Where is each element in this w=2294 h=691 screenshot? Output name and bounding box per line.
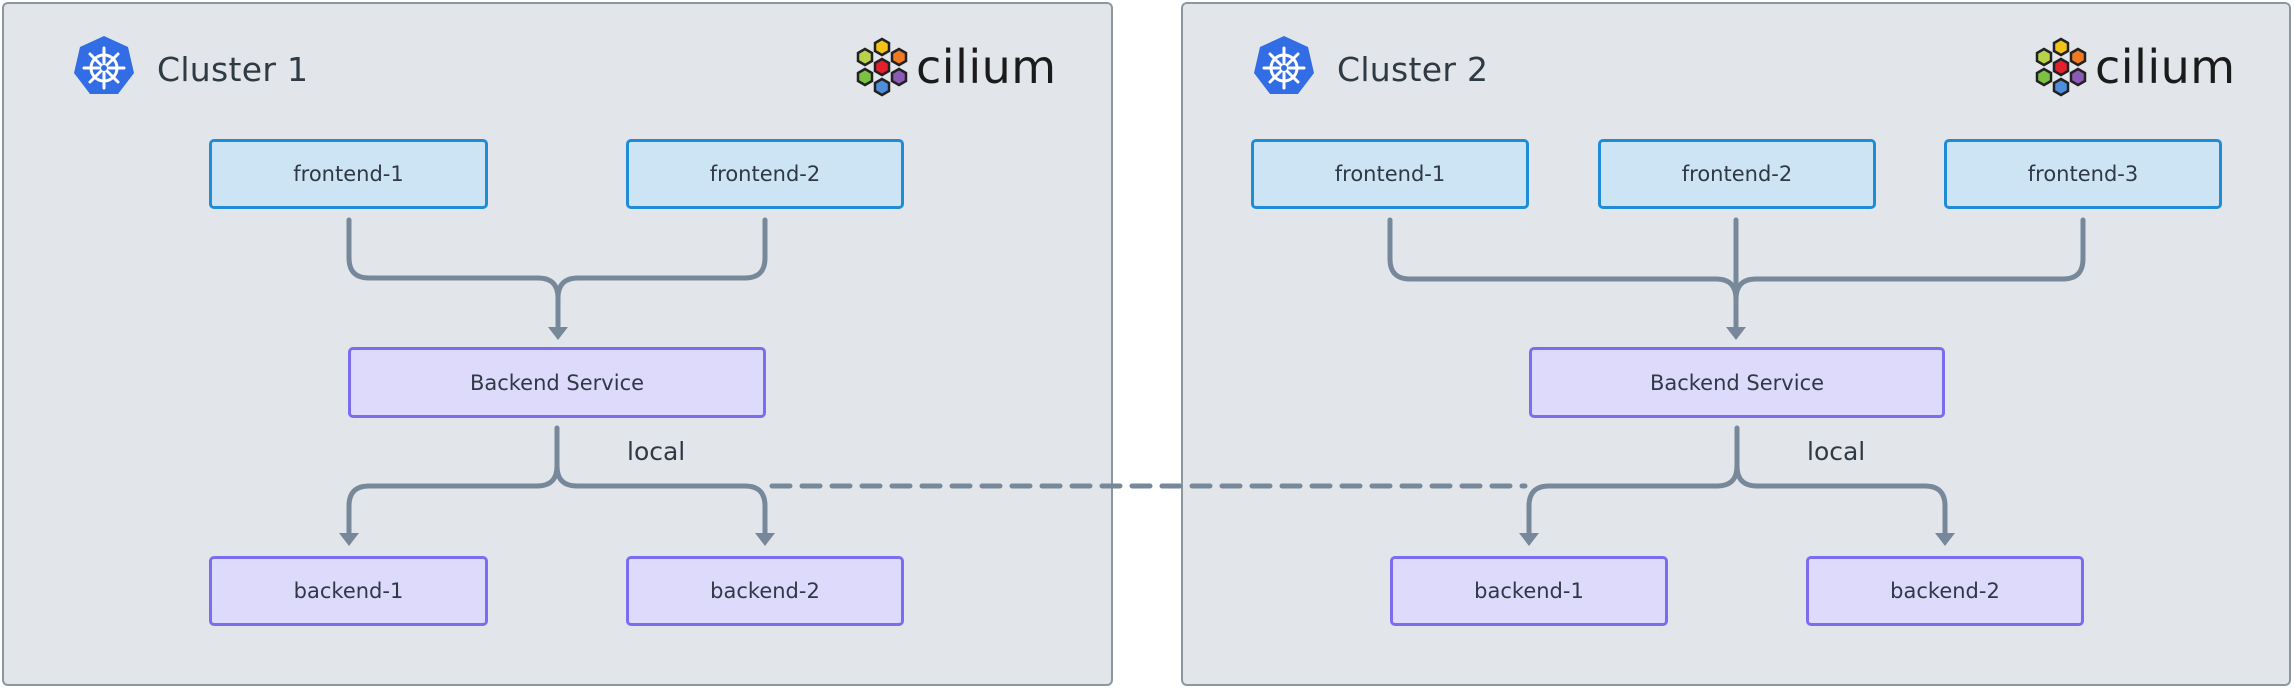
cilium-hexagon-icon bbox=[2035, 37, 2087, 97]
cluster-2-panel bbox=[1181, 2, 2291, 686]
cilium-logo: cilium bbox=[2031, 36, 2236, 98]
cilium-logo: cilium bbox=[852, 36, 1057, 98]
c1-backend-service[interactable]: Backend Service bbox=[348, 347, 766, 418]
cluster-1-title: Cluster 1 bbox=[157, 50, 309, 89]
kubernetes-icon bbox=[74, 36, 134, 94]
c2-local-label: local bbox=[1807, 437, 1866, 466]
c2-frontend-1[interactable]: frontend-1 bbox=[1251, 139, 1529, 209]
cluster-1-panel bbox=[2, 2, 1113, 686]
cilium-wordmark: cilium bbox=[2095, 40, 2236, 94]
c1-local-label: local bbox=[627, 437, 686, 466]
c1-frontend-2[interactable]: frontend-2 bbox=[626, 139, 904, 209]
c2-frontend-3[interactable]: frontend-3 bbox=[1944, 139, 2222, 209]
cilium-wordmark: cilium bbox=[916, 40, 1057, 94]
cluster-2-title: Cluster 2 bbox=[1337, 50, 1489, 89]
cilium-hexagon-icon bbox=[856, 37, 908, 97]
c2-frontend-2[interactable]: frontend-2 bbox=[1598, 139, 1876, 209]
c1-frontend-1[interactable]: frontend-1 bbox=[209, 139, 488, 209]
c2-backend-1[interactable]: backend-1 bbox=[1390, 556, 1668, 626]
c2-backend-service[interactable]: Backend Service bbox=[1529, 347, 1945, 418]
kubernetes-icon bbox=[1254, 36, 1314, 94]
c1-backend-1[interactable]: backend-1 bbox=[209, 556, 488, 626]
c2-backend-2[interactable]: backend-2 bbox=[1806, 556, 2084, 626]
c1-backend-2[interactable]: backend-2 bbox=[626, 556, 904, 626]
